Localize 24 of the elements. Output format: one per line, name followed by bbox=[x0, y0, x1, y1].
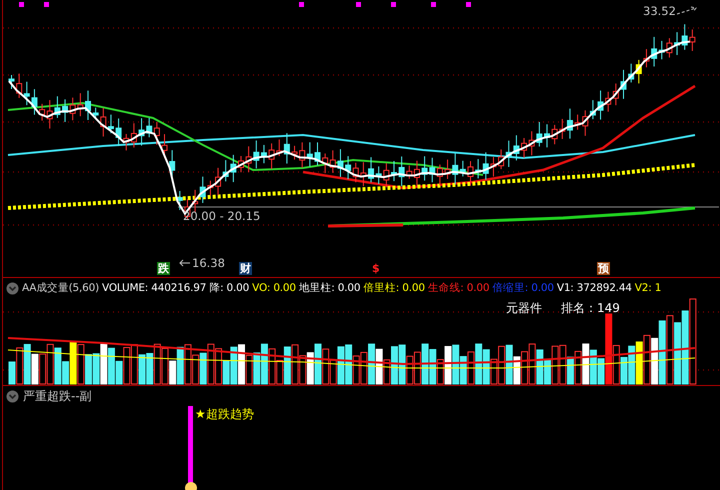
indicator-title: AA成交量(5,60) bbox=[22, 281, 100, 295]
arrow-icon bbox=[179, 259, 191, 267]
sector-label: 元器件 bbox=[506, 300, 542, 317]
event-marker: 财 bbox=[239, 262, 252, 275]
collapse-icon[interactable] bbox=[6, 282, 19, 294]
event-marker: 预 bbox=[597, 262, 610, 275]
legend-value: 生命线: 0.00 bbox=[428, 281, 490, 295]
legend-value: V2: 1 bbox=[634, 282, 662, 294]
event-marker: $ bbox=[371, 262, 381, 275]
signal-label: ★超跌趋势 bbox=[195, 406, 254, 423]
legend-value: VOLUME: 440216.97 bbox=[102, 282, 206, 294]
legend-value: VO: 0.00 bbox=[252, 282, 296, 294]
rank-label: 排名：149 bbox=[561, 300, 620, 317]
arrow-icon bbox=[676, 6, 698, 16]
price-label: 16.38 bbox=[192, 256, 225, 270]
legend-value: 倍里柱: 0.00 bbox=[363, 281, 425, 295]
price-label: 33.52 bbox=[643, 4, 676, 18]
legend-value: V1: 372892.44 bbox=[556, 282, 632, 294]
event-marker: 跌 bbox=[157, 262, 170, 275]
legend-value: 降: 0.00 bbox=[209, 281, 250, 295]
legend-value: 地里柱: 0.00 bbox=[298, 281, 360, 295]
indicator-title: 严重超跌--副 bbox=[23, 388, 92, 404]
collapse-icon[interactable] bbox=[6, 390, 19, 402]
legend-value: 倍缩里: 0.00 bbox=[492, 281, 554, 295]
